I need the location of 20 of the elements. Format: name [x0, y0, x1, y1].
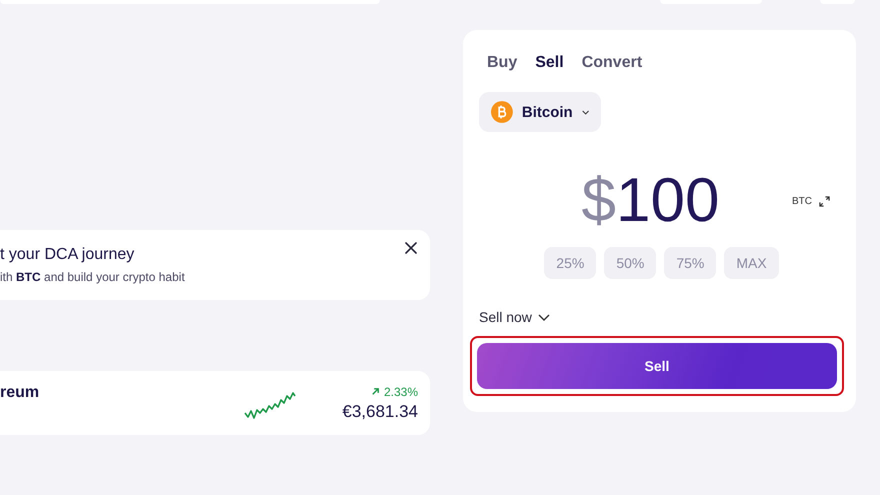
chevron-down-icon: [538, 314, 550, 320]
sell-button[interactable]: Sell: [477, 343, 837, 389]
price: €3,681.34: [342, 402, 418, 422]
close-icon[interactable]: [405, 242, 417, 254]
amount-field[interactable]: $100: [479, 166, 792, 236]
banner-title: t your DCA journey: [0, 246, 136, 264]
asset-row[interactable]: reum 2.33% €3,681.34: [0, 371, 430, 435]
chevron-down-icon: [582, 110, 589, 114]
asset-name: reum: [0, 384, 40, 402]
asset-dropdown[interactable]: Bitcoin: [479, 92, 601, 132]
tab[interactable]: Sell: [535, 54, 564, 72]
timing-dropdown[interactable]: Sell now: [479, 309, 550, 325]
bitcoin-icon: [491, 100, 513, 124]
swap-arrows-icon: [819, 196, 830, 206]
sparkline: [244, 391, 296, 421]
price-change: 2.33%: [384, 384, 418, 398]
banner-text: ith BTC and build your crypto habit: [0, 270, 185, 284]
tab[interactable]: Convert: [582, 54, 642, 72]
tab[interactable]: Buy: [487, 54, 518, 72]
unit-toggle[interactable]: BTC: [792, 196, 840, 206]
